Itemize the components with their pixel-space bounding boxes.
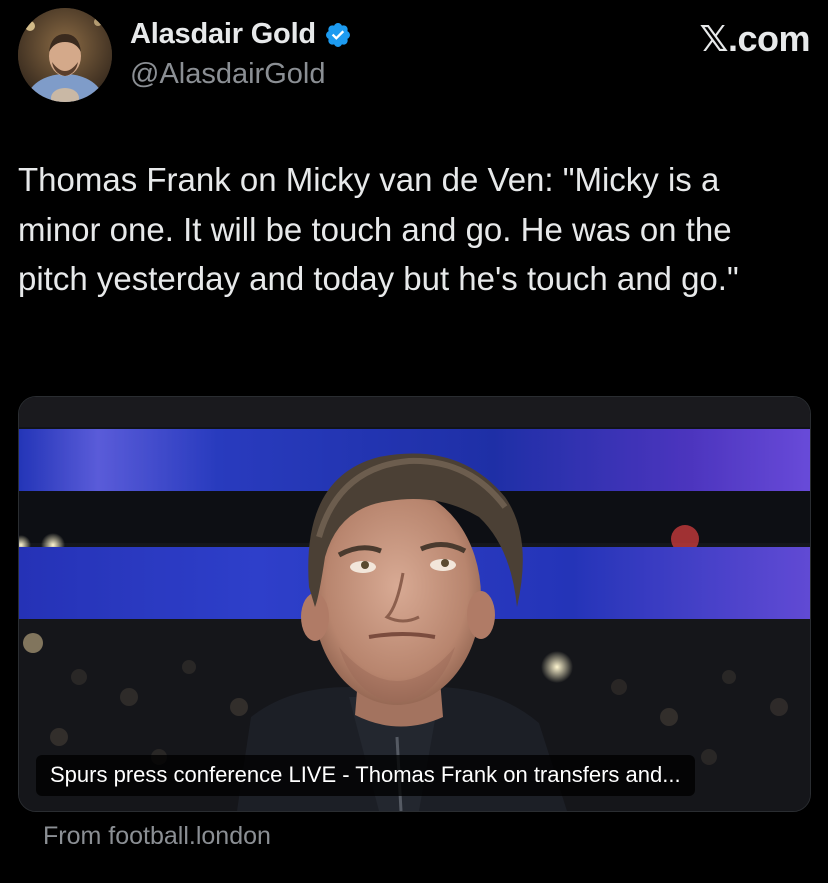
author-avatar[interactable] [18,8,112,102]
link-card[interactable]: Spurs press conference LIVE - Thomas Fra… [18,396,811,812]
author-name-row: Alasdair Gold [130,18,352,51]
author-display-name[interactable]: Alasdair Gold [130,18,316,51]
tweet-header: Alasdair Gold @AlasdairGold 𝕏.com [18,8,810,108]
x-logo: 𝕏.com [699,18,810,59]
link-card-caption: Spurs press conference LIVE - Thomas Fra… [36,755,695,796]
verified-badge-icon [324,21,352,49]
author-handle[interactable]: @AlasdairGold [130,58,325,91]
tweet-text: Thomas Frank on Micky van de Ven: "Micky… [18,161,739,297]
link-source[interactable]: From football.london [43,822,271,851]
stadium-photo-icon [19,397,810,811]
avatar-photo-icon [18,8,112,102]
